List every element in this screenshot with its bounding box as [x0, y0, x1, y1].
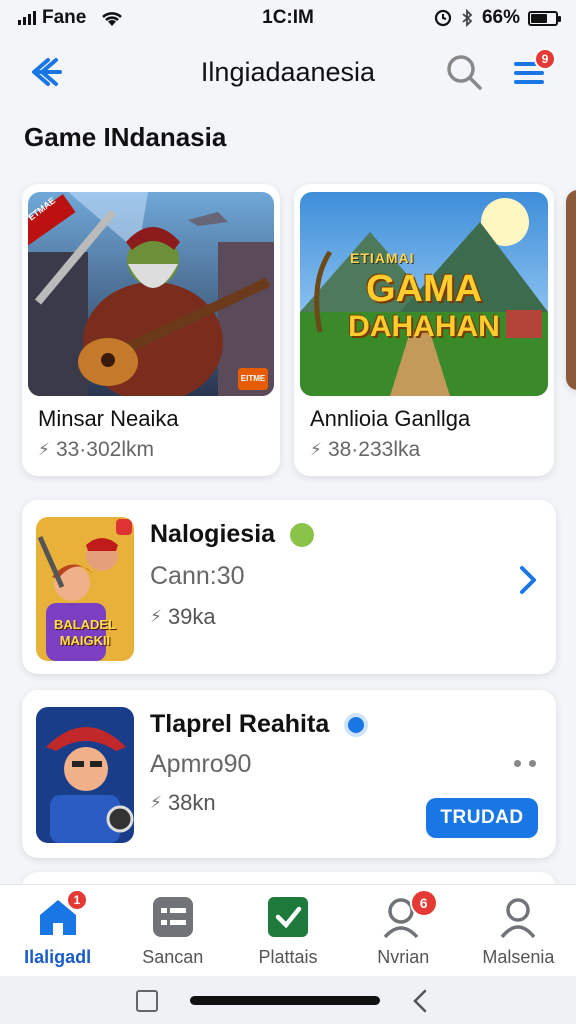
list-item-title: Nalogiesia: [150, 520, 315, 549]
game-thumbnail: ETIAMAI GAMA DAHAHAN: [300, 192, 548, 396]
nav-label: Sancan: [142, 947, 204, 967]
nav-label: Nvrian: [377, 947, 430, 967]
list-item[interactable]: BALADEL MAIGKII Nalogiesia Cann:30 ⚡ 39k…: [22, 500, 556, 674]
battery-percent: 66%: [481, 7, 520, 28]
check-icon: [266, 895, 310, 939]
list-thumbnail: [36, 707, 134, 843]
profile-icon: [496, 895, 540, 939]
game-meta-value: 33·302lkm: [55, 438, 154, 461]
status-bar: Fane 1C:IM 66%: [0, 0, 576, 36]
bolt-icon: ⚡: [150, 607, 162, 626]
game-card[interactable]: ETMAE EITME Minsar Neaika ⚡ 33·302lkm: [22, 184, 280, 476]
list-item-title-text: Tlaprel Reahita: [150, 710, 330, 738]
menu-button[interactable]: 9: [512, 48, 556, 92]
home-badge: 1: [66, 889, 88, 911]
search-icon[interactable]: [444, 52, 484, 92]
character-icon: [290, 523, 315, 548]
section-title: Game INdanasia: [24, 122, 227, 152]
thumbnail-badge-text: EITME: [240, 374, 266, 383]
list-item-meta-value: 39ka: [167, 604, 216, 629]
app-header: Ilngiadaanesia 9: [0, 40, 576, 104]
bottom-navigation: 1 Ilaligadl Sancan Plattais 6 Nvrian Mal…: [0, 884, 576, 976]
clock: 1C:IM: [262, 7, 314, 28]
verified-badge-icon: [344, 713, 369, 738]
warrior-artwork: [28, 192, 274, 396]
signal-icon: [18, 11, 36, 25]
thumbnail-sub-text: DAHAHAN: [348, 310, 500, 343]
battery-icon: [528, 10, 561, 26]
home-pill[interactable]: [190, 996, 380, 1005]
game-card[interactable]: ETIAMAI GAMA DAHAHAN Annlioia Ganllga ⚡ …: [294, 184, 554, 476]
thumbnail-text-2: MAIGKII: [59, 633, 111, 648]
game-thumbnail: ETMAE EITME: [28, 192, 274, 396]
recents-square-icon[interactable]: [136, 990, 158, 1012]
thumbnail-main-text: GAMA: [365, 268, 483, 310]
thumbnail-small-text: ETIAMAI: [350, 250, 415, 266]
list-item-meta: ⚡ 38kn: [150, 790, 216, 816]
list-item[interactable]: Tlaprel Reahita Apmro90 ⚡ 38kn TRUDAD: [22, 690, 556, 858]
list-icon: [151, 895, 195, 939]
page-title: Ilngiadaanesia: [200, 56, 376, 87]
bolt-icon: ⚡: [38, 440, 50, 459]
list-item-subtitle: Cann:30: [150, 562, 245, 590]
nav-item-plattais[interactable]: Plattais: [230, 885, 345, 976]
more-dots-icon[interactable]: [514, 760, 540, 770]
bolt-icon: ⚡: [150, 793, 162, 812]
list-thumbnail: BALADEL MAIGKII: [36, 517, 134, 661]
nvrian-badge: 6: [409, 889, 438, 917]
thumbnail-text-1: BALADEL: [53, 617, 117, 632]
chevron-right-icon[interactable]: [516, 562, 540, 598]
bluetooth-icon: [462, 9, 473, 27]
bolt-icon: ⚡: [310, 440, 322, 459]
list-item-title-text: Nalogiesia: [150, 520, 276, 548]
nav-item-sancan[interactable]: Sancan: [115, 885, 230, 976]
list-item-subtitle: Apmro90: [150, 750, 252, 778]
carrier-label: Fane: [42, 7, 87, 28]
game-meta-value: 38·233lka: [327, 438, 421, 461]
system-navigation: [0, 976, 576, 1024]
pirate-artwork: [36, 707, 134, 843]
game-meta: ⚡ 38·233lka: [310, 438, 420, 462]
corner-logo-icon: [116, 519, 132, 535]
alarm-icon: [434, 9, 452, 27]
nav-label: Ilaligadl: [24, 947, 92, 967]
nav-item-malsenia[interactable]: Malsenia: [461, 885, 576, 976]
nav-label: Malsenia: [482, 947, 555, 967]
back-arrow-icon[interactable]: [22, 52, 66, 92]
list-item-meta: ⚡ 39ka: [150, 604, 216, 630]
nav-label: Plattais: [258, 947, 318, 967]
game-meta: ⚡ 33·302lkm: [38, 438, 154, 462]
nav-item-home[interactable]: 1 Ilaligadl: [0, 885, 115, 976]
game-title: Annlioia Ganllga: [310, 406, 471, 431]
back-chevron-icon[interactable]: [410, 988, 430, 1014]
list-item-meta-value: 38kn: [167, 790, 216, 815]
menu-badge: 9: [534, 48, 556, 70]
game-card-partial[interactable]: [566, 190, 576, 390]
nav-item-nvrian[interactable]: 6 Nvrian: [346, 885, 461, 976]
list-item-title: Tlaprel Reahita: [150, 710, 369, 739]
trudad-button[interactable]: TRUDAD: [426, 798, 538, 838]
game-title: Minsar Neaika: [38, 406, 179, 431]
wifi-icon: [102, 12, 123, 26]
